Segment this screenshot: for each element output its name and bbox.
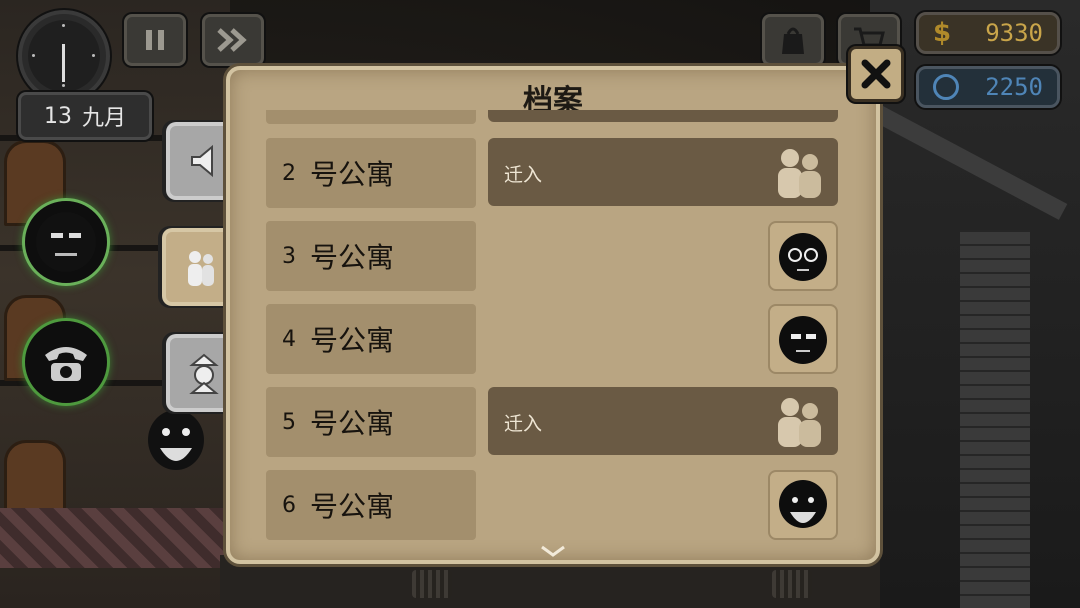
gem-value: 2250 — [985, 73, 1043, 101]
empty-tenants-icon — [778, 149, 821, 198]
apartment-number: 4 — [282, 326, 296, 352]
apartment-number: 5 — [282, 409, 296, 435]
chevron-down-icon[interactable] — [538, 544, 568, 558]
empty-tenants-icon — [778, 398, 821, 447]
apartment-name: 号公寓 — [310, 158, 395, 191]
apartment-label — [266, 110, 476, 124]
inventory-button[interactable] — [762, 14, 824, 66]
apartment-list[interactable]: 2 号公寓 迁入 3 号公寓 4 号公寓 5 号公寓 迁入 6 号公寓 — [266, 110, 842, 544]
date-display: 13 九月 — [18, 92, 152, 140]
phone-icon — [45, 347, 87, 381]
clock-tick — [92, 54, 95, 57]
coin-icon — [933, 74, 959, 100]
apartment-number: 2 — [282, 160, 296, 186]
tenant-portrait-button[interactable] — [768, 304, 838, 374]
glasses-tenant-icon — [779, 233, 827, 281]
money-value: 9330 — [985, 19, 1043, 47]
phone-button[interactable] — [22, 318, 110, 406]
bearded-tenant-figure — [136, 404, 216, 474]
list-item[interactable]: 4 号公寓 — [266, 304, 842, 378]
apartment-name: 号公寓 — [310, 490, 395, 523]
apartment-number: 6 — [282, 492, 296, 518]
tiled-floor — [0, 508, 230, 568]
apartment-label: 6 号公寓 — [266, 470, 476, 540]
apartment-label: 5 号公寓 — [266, 387, 476, 457]
apartment-number: 3 — [282, 243, 296, 269]
move-in-button[interactable]: 迁入 — [488, 387, 838, 455]
clock-minute-hand — [62, 56, 65, 82]
pause-button[interactable] — [124, 14, 186, 66]
clock-tick — [62, 84, 65, 87]
apartment-name: 号公寓 — [310, 324, 395, 357]
money-counter: $ 9330 — [916, 12, 1060, 54]
clock-tick — [62, 24, 65, 27]
tenant-portrait-button[interactable] — [768, 221, 838, 291]
clock-tick — [32, 54, 35, 57]
move-in-button[interactable]: 迁入 — [488, 138, 838, 206]
dollar-icon: $ — [933, 18, 952, 48]
brick-chimney — [960, 230, 1030, 608]
move-in-label: 迁入 — [504, 164, 543, 186]
apartment-label: 2 号公寓 — [266, 138, 476, 208]
tenant-face-icon — [779, 316, 827, 364]
bearded-tenant-icon — [779, 480, 827, 528]
list-item[interactable]: 5 号公寓 迁入 — [266, 387, 842, 461]
vent — [412, 570, 452, 598]
speaker-icon — [191, 144, 213, 178]
vent — [772, 570, 812, 598]
list-item[interactable]: 2 号公寓 迁入 — [266, 138, 842, 212]
list-item[interactable] — [266, 110, 842, 128]
close-button[interactable] — [848, 46, 904, 102]
apartment-name: 号公寓 — [310, 241, 395, 274]
tenant-silhouette-icon — [148, 410, 204, 470]
tenant-avatar-button[interactable] — [22, 198, 110, 286]
tenant-portrait-button[interactable] — [768, 470, 838, 540]
apartment-label: 4 号公寓 — [266, 304, 476, 374]
spy-icon — [189, 353, 219, 394]
fast-forward-button[interactable] — [202, 14, 264, 66]
people-icon — [188, 251, 214, 286]
apartment-label: 3 号公寓 — [266, 221, 476, 291]
list-item[interactable]: 3 号公寓 — [266, 221, 842, 295]
dossier-panel: 档案 2 号公寓 迁入 3 号公寓 4 号公寓 5 号公寓 迁入 6 号公寓 — [226, 66, 880, 564]
date-month: 九月 — [81, 106, 126, 131]
gem-counter: 2250 — [916, 66, 1060, 108]
tab-tenants[interactable] — [162, 228, 236, 306]
apartment-name: 号公寓 — [310, 407, 395, 440]
move-in-label: 迁入 — [504, 413, 543, 435]
bag-icon — [782, 27, 804, 54]
fast-forward-icon — [217, 28, 247, 52]
pause-icon — [146, 30, 164, 50]
tenant-face-icon — [36, 212, 96, 272]
list-item[interactable]: 6 号公寓 — [266, 470, 842, 544]
date-day: 13 — [43, 103, 72, 129]
move-in-button[interactable] — [488, 110, 838, 122]
close-icon — [861, 59, 891, 89]
clock-icon — [18, 10, 110, 102]
